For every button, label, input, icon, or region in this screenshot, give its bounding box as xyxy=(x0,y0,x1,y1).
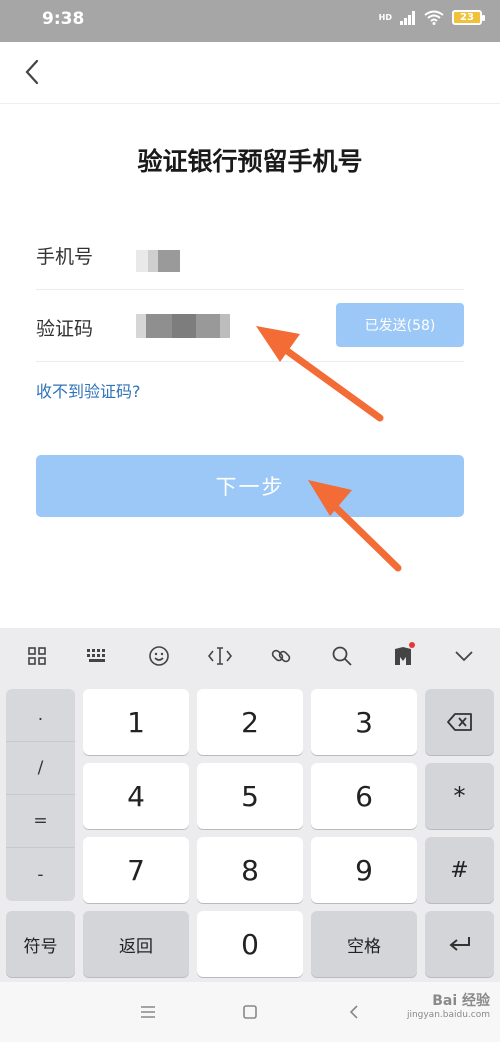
enter-icon xyxy=(448,937,470,951)
symbol-key[interactable]: = xyxy=(6,795,75,848)
keyboard-icon[interactable] xyxy=(80,638,116,674)
link-icon[interactable] xyxy=(263,638,299,674)
chevron-left-icon xyxy=(349,1005,358,1019)
phone-label: 手机号 xyxy=(36,246,94,268)
key-0[interactable]: 0 xyxy=(197,911,303,977)
home-nav-button[interactable] xyxy=(238,1000,262,1024)
return-key[interactable]: 返回 xyxy=(83,911,189,977)
no-code-link[interactable]: 收不到验证码? xyxy=(36,378,141,402)
key-3[interactable]: 3 xyxy=(311,689,417,755)
symbols-mode-key[interactable]: 符号 xyxy=(6,911,75,977)
phone-row: 手机号 xyxy=(36,218,464,290)
next-button[interactable]: 下一步 xyxy=(36,455,464,517)
page-title: 验证银行预留手机号 xyxy=(137,147,363,176)
app-icon[interactable] xyxy=(385,638,421,674)
menu-nav-button[interactable] xyxy=(136,1000,160,1024)
key-9[interactable]: 9 xyxy=(311,837,417,903)
status-bar: 9:38 HD 23 xyxy=(0,0,500,42)
symbol-column: . / = - xyxy=(6,689,75,901)
backspace-icon xyxy=(446,713,472,731)
cursor-icon[interactable] xyxy=(202,638,238,674)
numeric-keyboard: . / = - 1 2 3 4 5 6 * 7 8 9 # 符号 返回 0 空格 xyxy=(0,628,500,982)
chevron-left-icon xyxy=(25,59,39,85)
signal-icon xyxy=(400,10,415,25)
key-6[interactable]: 6 xyxy=(311,763,417,829)
collapse-icon[interactable] xyxy=(446,638,482,674)
phone-value-masked xyxy=(136,250,180,272)
space-key[interactable]: 空格 xyxy=(311,911,417,977)
code-input[interactable] xyxy=(136,314,336,342)
key-8[interactable]: 8 xyxy=(197,837,303,903)
watermark: Bai 经验 jingyan.baidu.com xyxy=(407,990,490,1020)
backspace-key[interactable] xyxy=(425,689,494,755)
star-key[interactable]: * xyxy=(425,763,494,829)
hash-key[interactable]: # xyxy=(425,837,494,903)
keyboard-toolbar xyxy=(0,628,500,684)
status-icons: HD 23 xyxy=(378,10,485,25)
key-1[interactable]: 1 xyxy=(83,689,189,755)
back-nav-button[interactable] xyxy=(342,1000,366,1024)
send-code-button[interactable]: 已发送(58) xyxy=(336,303,464,347)
system-nav-bar: Bai 经验 jingyan.baidu.com xyxy=(0,982,500,1042)
symbol-key[interactable]: / xyxy=(6,742,75,795)
notification-dot xyxy=(408,642,415,648)
search-icon[interactable] xyxy=(324,638,360,674)
emoji-icon[interactable] xyxy=(141,638,177,674)
enter-key[interactable] xyxy=(425,911,494,977)
nav-bar xyxy=(0,42,500,104)
code-label: 验证码 xyxy=(36,318,94,340)
menu-icon xyxy=(141,1006,155,1018)
wifi-icon xyxy=(424,10,444,25)
status-time: 9:38 xyxy=(42,9,85,29)
code-row: 验证码 已发送(58) xyxy=(36,290,464,362)
battery-icon: 23 xyxy=(452,10,485,25)
watermark-main: Bai 经验 xyxy=(432,993,490,1009)
key-2[interactable]: 2 xyxy=(197,689,303,755)
hd-signal-label: HD xyxy=(378,13,392,22)
symbol-key[interactable]: . xyxy=(6,689,75,742)
back-button[interactable] xyxy=(14,54,50,90)
key-7[interactable]: 7 xyxy=(83,837,189,903)
watermark-sub: jingyan.baidu.com xyxy=(406,1010,490,1020)
square-icon xyxy=(243,1005,257,1019)
key-4[interactable]: 4 xyxy=(83,763,189,829)
symbol-key[interactable]: - xyxy=(6,848,75,901)
grid-icon[interactable] xyxy=(19,638,55,674)
key-5[interactable]: 5 xyxy=(197,763,303,829)
